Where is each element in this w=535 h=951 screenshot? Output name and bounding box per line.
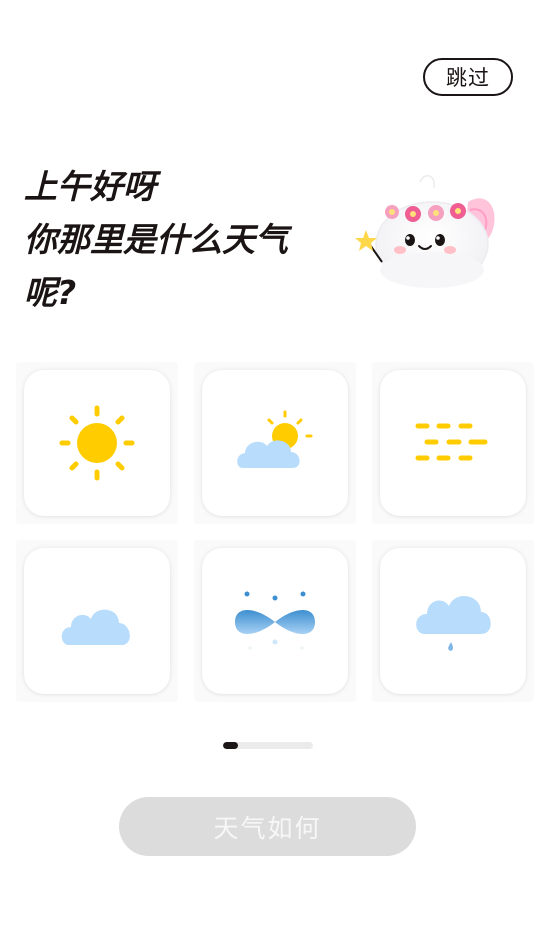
onboarding-progress-bar bbox=[223, 742, 313, 749]
weather-card[interactable] bbox=[24, 548, 170, 694]
partly-cloudy-icon bbox=[237, 410, 313, 468]
weather-card[interactable] bbox=[202, 370, 348, 516]
weather-option-partly-cloudy[interactable] bbox=[194, 362, 356, 524]
weather-card[interactable] bbox=[380, 370, 526, 516]
weather-option-rain[interactable] bbox=[372, 540, 534, 702]
greeting-line-2: 你那里是什么天气 bbox=[24, 220, 288, 259]
weather-onboarding-screen: 跳过 上午好呀 你那里是什么天气 呢? 天气如何 bbox=[0, 0, 535, 951]
greeting-title: 上午好呀 你那里是什么天气 呢? bbox=[24, 160, 344, 319]
weather-card[interactable] bbox=[202, 548, 348, 694]
weather-card[interactable] bbox=[380, 548, 526, 694]
fog-icon bbox=[415, 423, 488, 461]
greeting-line-3: 呢? bbox=[24, 273, 77, 312]
weather-option-cloudy[interactable] bbox=[16, 540, 178, 702]
mascot-illustration bbox=[355, 175, 495, 288]
confirm-weather-button[interactable]: 天气如何 bbox=[119, 797, 416, 856]
weather-option-fog[interactable] bbox=[372, 362, 534, 524]
weather-card[interactable] bbox=[24, 370, 170, 516]
cloudy-icon bbox=[61, 609, 130, 645]
rain-icon bbox=[416, 595, 491, 651]
greeting-line-1: 上午好呀 bbox=[24, 167, 156, 206]
skip-button[interactable]: 跳过 bbox=[423, 58, 513, 96]
sunny-icon bbox=[59, 405, 135, 481]
progress-fill bbox=[223, 742, 239, 749]
weather-option-sunny[interactable] bbox=[16, 362, 178, 524]
weather-option-wind[interactable] bbox=[194, 540, 356, 702]
wind-icon bbox=[235, 591, 315, 650]
